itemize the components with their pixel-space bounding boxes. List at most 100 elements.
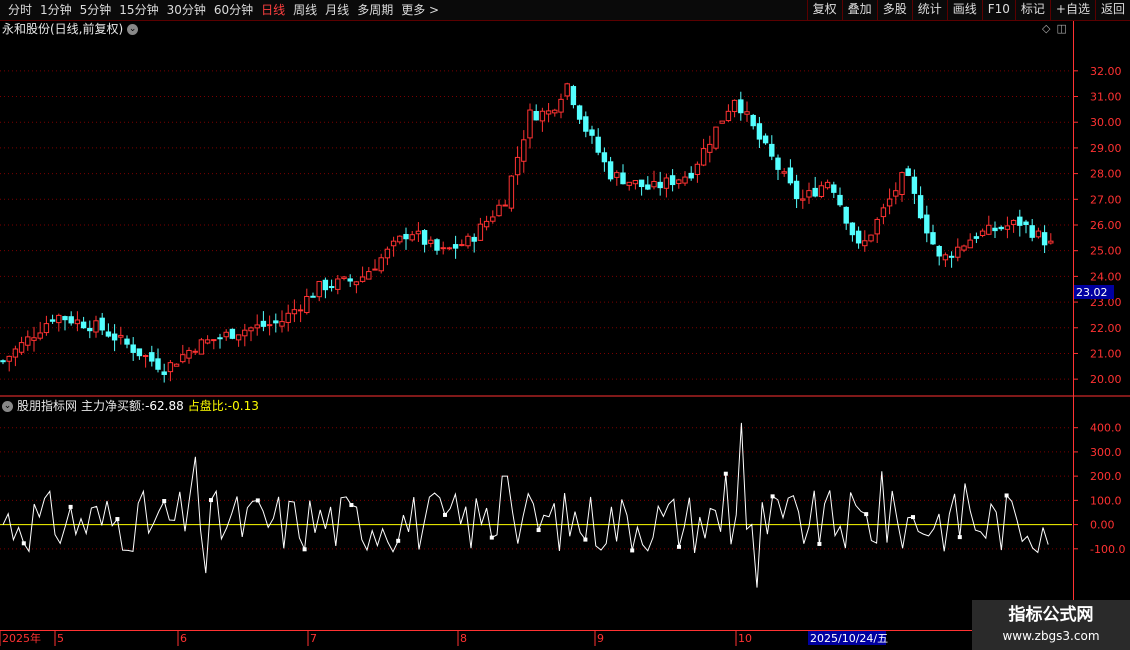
signal-marker — [21, 541, 26, 546]
candle — [459, 239, 465, 247]
candle — [366, 267, 372, 280]
candle — [136, 348, 143, 360]
candle — [564, 82, 570, 101]
candle — [1041, 225, 1048, 254]
candle — [80, 316, 87, 329]
current-price-label: 23.02 — [1076, 286, 1108, 299]
candle — [614, 170, 620, 186]
net-buy-line — [2, 422, 1049, 588]
signal-marker — [489, 535, 494, 540]
candle — [899, 171, 905, 202]
candle — [886, 188, 893, 215]
price-tick-label: 29.00 — [1090, 142, 1122, 155]
candle — [223, 329, 229, 341]
candlesticks — [0, 82, 1054, 383]
candle — [25, 330, 31, 351]
candle — [824, 179, 831, 190]
indicator-menu-icon[interactable]: ⌄ — [2, 400, 13, 412]
candle — [409, 230, 415, 242]
candle — [558, 93, 564, 119]
price-tick-label: 31.00 — [1090, 91, 1122, 104]
candle — [533, 104, 539, 121]
candle — [483, 215, 490, 231]
indicator-tick-label: 100.0 — [1090, 494, 1122, 507]
candle — [87, 320, 93, 339]
net-buy-value: -62.88 — [145, 399, 184, 413]
candle — [490, 210, 496, 224]
signal-marker — [536, 528, 541, 533]
candle — [161, 363, 167, 383]
candle — [521, 130, 527, 173]
candle — [471, 233, 477, 253]
candle — [700, 138, 707, 167]
indicator-name: 股朋指标网 — [17, 399, 78, 413]
candle — [316, 280, 322, 302]
candle — [421, 229, 428, 253]
candle — [986, 215, 992, 236]
candle — [378, 253, 384, 274]
candle — [948, 251, 955, 268]
candle — [620, 164, 626, 185]
signal-marker — [957, 535, 962, 540]
time-tick-label: 5 — [57, 632, 64, 645]
net-buy-label: 主力净买额: — [81, 399, 146, 413]
candle — [12, 345, 19, 367]
candle — [74, 311, 81, 332]
candle — [837, 187, 843, 207]
candle — [862, 230, 868, 252]
indicator-line — [2, 422, 1049, 588]
indicator-tick-label: 0.00 — [1090, 519, 1115, 532]
candle — [781, 168, 787, 177]
time-tick-label: 6 — [180, 632, 187, 645]
candle — [589, 125, 595, 144]
signal-marker — [630, 548, 635, 553]
candle — [632, 180, 639, 190]
candle — [56, 313, 62, 332]
candle — [1017, 209, 1023, 237]
candle — [297, 304, 304, 323]
candle — [979, 228, 986, 238]
candle — [688, 166, 694, 181]
candle — [868, 234, 874, 243]
candle — [645, 176, 651, 191]
ratio-value: -0.13 — [227, 399, 259, 413]
signal-marker — [302, 547, 307, 552]
signal-marker — [583, 537, 588, 542]
chart-canvas[interactable]: 32.00 31.00 30.00 29.00 28.00 27.00 26.00 25.00… — [0, 0, 1130, 650]
candle — [998, 225, 1004, 231]
candle — [180, 344, 186, 364]
indicator-title-row: ⌄ 股朋指标网 主力净买额: -62.88 占盘比: -0.13 — [2, 398, 259, 414]
candle — [99, 312, 105, 336]
candle — [304, 288, 310, 315]
candle — [341, 275, 347, 281]
candle — [359, 266, 366, 283]
watermark-url: www.zbgs3.com — [1002, 629, 1100, 643]
signal-marker — [162, 499, 167, 504]
candle — [713, 126, 719, 151]
candle — [843, 206, 849, 230]
candle — [961, 244, 967, 253]
candle — [545, 103, 552, 123]
candle — [750, 113, 756, 130]
candle — [992, 221, 998, 239]
time-tick-label: 7 — [310, 632, 317, 645]
candle — [130, 337, 136, 361]
signal-marker — [677, 544, 681, 549]
candle — [18, 336, 25, 355]
candle — [626, 181, 632, 191]
indicator-axis-labels: 400.0 300.0 200.0 100.0 0.00 -100.0 — [1090, 422, 1125, 556]
candle — [539, 107, 546, 132]
candle — [322, 277, 329, 299]
time-axis-labels: 2025年 5 6 7 8 9 10 — [0, 631, 752, 646]
candle — [273, 313, 279, 333]
price-tick-label: 32.00 — [1090, 65, 1122, 78]
candle — [0, 359, 6, 365]
candle — [310, 292, 316, 298]
candle — [669, 169, 676, 192]
candle — [973, 232, 980, 244]
candle — [440, 241, 446, 255]
candle — [204, 335, 211, 345]
candle — [446, 246, 453, 251]
candle — [31, 326, 37, 352]
candle — [390, 236, 397, 257]
